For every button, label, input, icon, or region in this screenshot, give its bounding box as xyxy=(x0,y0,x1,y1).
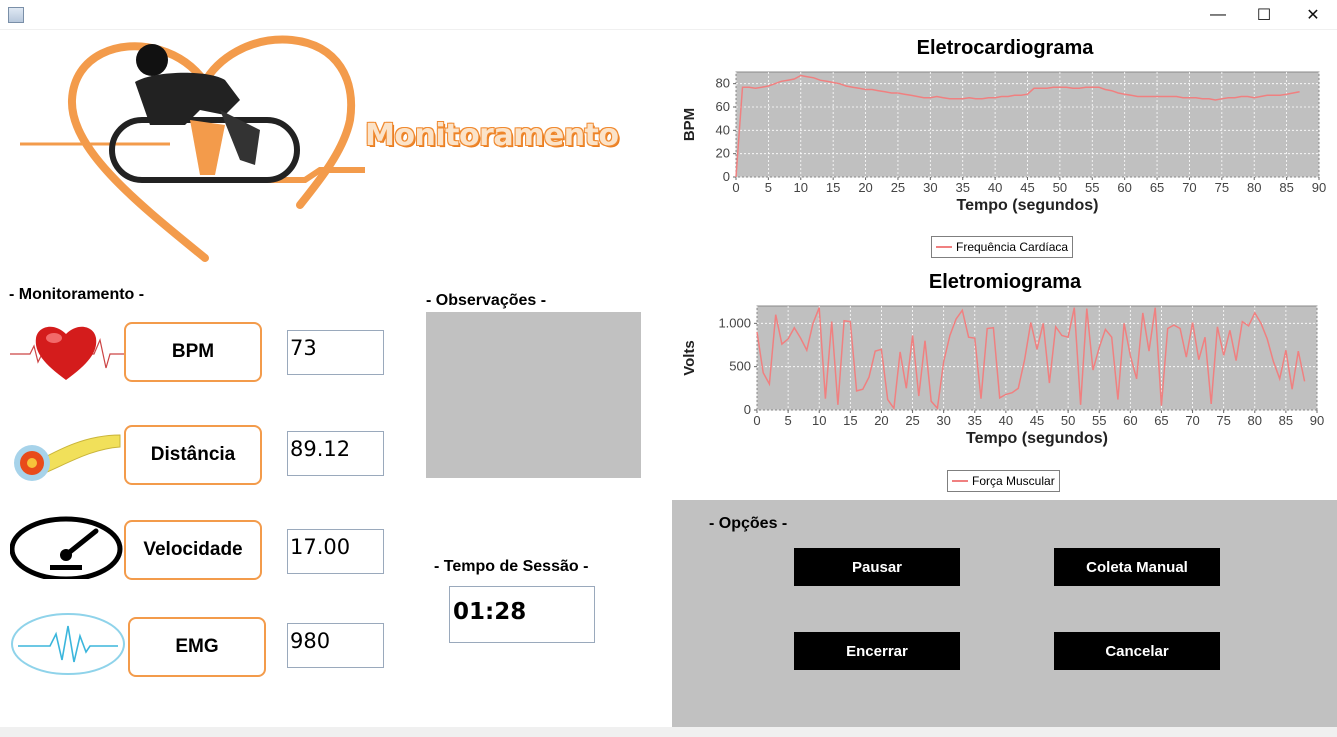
emg-x-tick-label: 15 xyxy=(843,413,857,428)
finish-button[interactable]: Encerrar xyxy=(794,632,960,670)
ecg-x-tick-label: 35 xyxy=(955,180,969,195)
ecg-chart-title: Eletrocardiograma xyxy=(916,37,1094,59)
pause-button[interactable]: Pausar xyxy=(794,548,960,586)
ecg-x-tick-label: 30 xyxy=(923,180,937,195)
session-time-title: - Tempo de Sessão - xyxy=(434,558,589,575)
cancel-button[interactable]: Cancelar xyxy=(1054,632,1220,670)
emg-chart: 0 5 10 15 20 25 30 35 40 45 50 55 60 65 70 75 80 85 90 0 500… xyxy=(681,305,1324,447)
observations-title: - Observações - xyxy=(426,292,547,309)
ecg-x-tick-label: 70 xyxy=(1182,180,1196,195)
ecg-x-tick-label: 10 xyxy=(794,180,808,195)
emg-x-tick-label: 55 xyxy=(1092,413,1106,428)
ecg-y-tick-label: 80 xyxy=(716,76,730,91)
speed-label: Velocidade xyxy=(124,520,262,580)
ecg-x-tick-label: 25 xyxy=(891,180,905,195)
observations-area[interactable] xyxy=(426,312,641,478)
speed-value-field[interactable]: 17.00 xyxy=(287,529,384,574)
emg-x-tick-label: 0 xyxy=(753,413,760,428)
emg-x-tick-label: 25 xyxy=(905,413,919,428)
manual-collect-button[interactable]: Coleta Manual xyxy=(1054,548,1220,586)
emg-legend-swatch xyxy=(952,480,968,482)
cyclist-heart-logo xyxy=(20,35,365,262)
emg-x-tick-label: 35 xyxy=(968,413,982,428)
ecg-x-tick-label: 55 xyxy=(1085,180,1099,195)
ecg-y-tick-label: 40 xyxy=(716,122,730,137)
ecg-x-tick-label: 75 xyxy=(1215,180,1229,195)
session-time-field: 01:28 xyxy=(449,586,595,643)
ecg-x-tick-label: 80 xyxy=(1247,180,1261,195)
bpm-value-field[interactable]: 73 xyxy=(287,330,384,375)
emg-value-field[interactable]: 980 xyxy=(287,623,384,668)
emg-legend: Força Muscular xyxy=(947,470,1060,492)
ecg-y-axis-label: BPM xyxy=(681,108,698,141)
ecg-y-tick-label: 0 xyxy=(723,169,730,184)
emg-x-tick-label: 45 xyxy=(1030,413,1044,428)
emg-x-tick-label: 70 xyxy=(1185,413,1199,428)
emg-x-tick-label: 65 xyxy=(1154,413,1168,428)
emg-label: EMG xyxy=(128,617,266,677)
emg-y-axis-label: Volts xyxy=(681,340,698,376)
emg-y-tick-label: 1.000 xyxy=(718,315,751,330)
ecg-x-tick-label: 20 xyxy=(858,180,872,195)
speedometer-icon xyxy=(10,516,123,579)
ecg-legend-label: Frequência Cardíaca xyxy=(956,240,1069,254)
emg-x-tick-label: 30 xyxy=(936,413,950,428)
emg-wave-icon xyxy=(11,613,125,675)
maximize-button[interactable]: ☐ xyxy=(1241,0,1287,30)
distance-label: Distância xyxy=(124,425,262,485)
status-strip xyxy=(0,727,1337,737)
ecg-legend-swatch xyxy=(936,246,952,248)
emg-x-tick-label: 20 xyxy=(874,413,888,428)
ecg-x-tick-label: 85 xyxy=(1279,180,1293,195)
ecg-x-tick-label: 65 xyxy=(1150,180,1164,195)
java-app-icon xyxy=(8,7,24,23)
ecg-x-tick-label: 50 xyxy=(1053,180,1067,195)
emg-x-tick-label: 50 xyxy=(1061,413,1075,428)
measuring-tape-icon xyxy=(14,434,121,481)
ecg-x-tick-label: 90 xyxy=(1312,180,1326,195)
ecg-legend: Frequência Cardíaca xyxy=(931,236,1074,258)
emg-x-tick-label: 80 xyxy=(1248,413,1262,428)
ecg-x-axis-label: Tempo (segundos) xyxy=(957,197,1099,214)
window-title-bar xyxy=(0,0,1337,30)
emg-y-tick-label: 500 xyxy=(729,359,751,374)
options-panel xyxy=(672,500,1337,727)
ecg-chart: 0 5 10 15 20 25 30 35 40 45 50 55 60 65 70 75 80 85 90 0 20 4… xyxy=(681,71,1326,214)
ecg-x-tick-label: 0 xyxy=(732,180,739,195)
emg-legend-label: Força Muscular xyxy=(972,474,1055,488)
options-title: - Opções - xyxy=(709,515,788,532)
emg-x-tick-label: 60 xyxy=(1123,413,1137,428)
distance-value-field[interactable]: 89.12 xyxy=(287,431,384,476)
ecg-x-tick-label: 5 xyxy=(765,180,772,195)
ecg-x-tick-label: 40 xyxy=(988,180,1002,195)
ecg-y-tick-label: 60 xyxy=(716,99,730,114)
emg-x-tick-label: 5 xyxy=(784,413,791,428)
emg-x-tick-label: 10 xyxy=(812,413,826,428)
ecg-x-tick-label: 45 xyxy=(1020,180,1034,195)
heart-pulse-icon xyxy=(10,326,126,380)
logo-title: Monitoramento xyxy=(365,118,619,153)
emg-x-tick-label: 90 xyxy=(1310,413,1324,428)
emg-y-tick-label: 0 xyxy=(744,402,751,417)
emg-x-tick-label: 85 xyxy=(1279,413,1293,428)
emg-chart-title: Eletromiograma xyxy=(928,271,1082,293)
monitoring-section-title: - Monitoramento - xyxy=(9,286,145,303)
bpm-label: BPM xyxy=(124,322,262,382)
emg-x-tick-label: 75 xyxy=(1216,413,1230,428)
close-button[interactable]: ✕ xyxy=(1290,0,1336,30)
ecg-x-tick-label: 60 xyxy=(1117,180,1131,195)
emg-x-axis-label: Tempo (segundos) xyxy=(966,430,1108,447)
ecg-x-tick-label: 15 xyxy=(826,180,840,195)
minimize-button[interactable]: — xyxy=(1195,0,1241,30)
ecg-y-tick-label: 20 xyxy=(716,146,730,161)
emg-x-tick-label: 40 xyxy=(999,413,1013,428)
